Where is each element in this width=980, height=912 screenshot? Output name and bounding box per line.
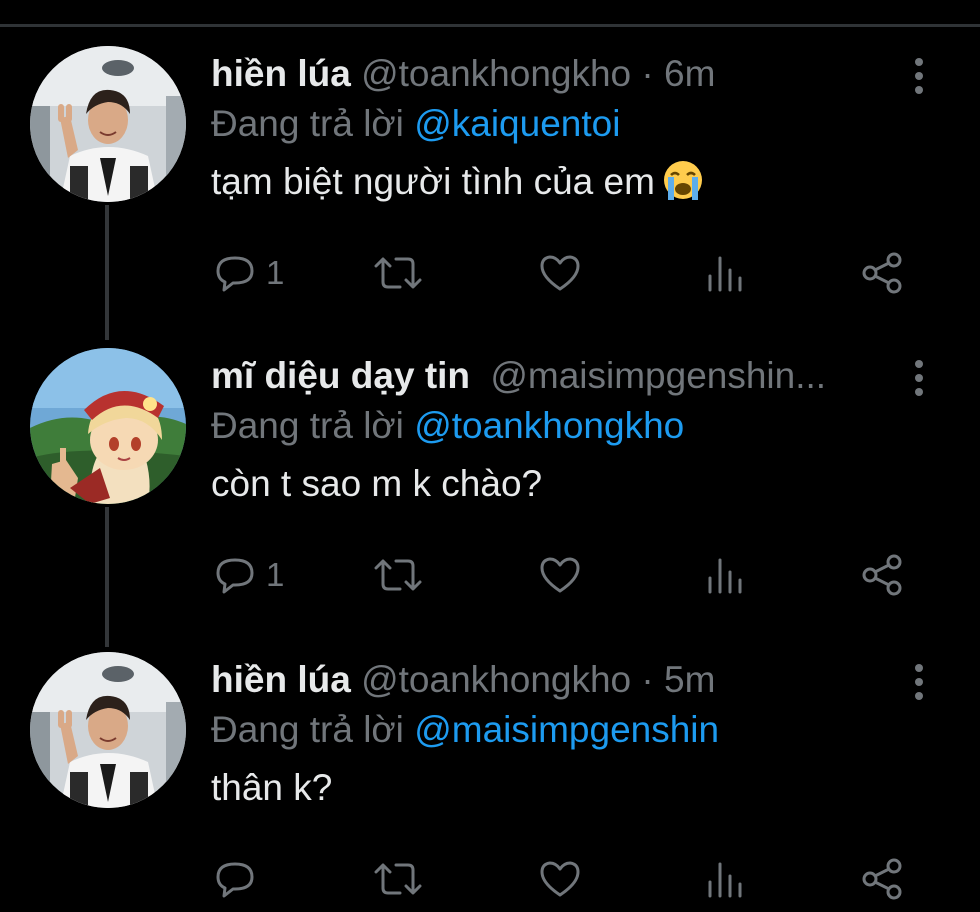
replying-to: Đang trả lời @kaiquentoi	[211, 98, 891, 150]
views-button[interactable]	[702, 851, 748, 907]
reply-count: 1	[266, 556, 285, 593]
tweet-header: mĩ diệu dạy tin @maisimpgenshin...	[211, 352, 891, 400]
retweet-icon	[370, 552, 426, 598]
retweet-button[interactable]	[370, 851, 426, 907]
timestamp[interactable]: 6m	[664, 53, 715, 94]
tweet-content: hiền lúa @toankhongkho · 5m Đang trả lời…	[211, 656, 891, 820]
like-icon	[537, 552, 583, 598]
retweet-icon	[370, 856, 426, 902]
action-bar	[212, 851, 922, 907]
share-icon	[860, 250, 906, 296]
share-button[interactable]	[860, 851, 906, 907]
retweet-button[interactable]	[370, 245, 426, 301]
replying-to: Đang trả lời @maisimpgenshin	[211, 704, 891, 756]
reply-count: 1	[266, 254, 285, 291]
tweet-text-content: thân k?	[211, 767, 333, 808]
display-name[interactable]: hiền lúa	[211, 53, 351, 94]
tweet[interactable]: hiền lúa @toankhongkho · 5m Đang trả lời…	[0, 606, 980, 906]
tweet[interactable]: hiền lúa @toankhongkho · 6m Đang trả lời…	[0, 0, 980, 300]
action-bar: 1	[212, 547, 922, 603]
display-name[interactable]: hiền lúa	[211, 659, 351, 700]
reply-icon	[212, 856, 258, 902]
reply-prefix: Đang trả lời	[211, 709, 404, 750]
like-button[interactable]	[537, 245, 583, 301]
user-handle[interactable]: @toankhongkho	[361, 53, 631, 94]
reply-button[interactable]	[212, 851, 266, 907]
replying-to: Đang trả lời @toankhongkho	[211, 400, 891, 452]
like-icon	[537, 856, 583, 902]
views-button[interactable]	[702, 245, 748, 301]
mention-link[interactable]: @toankhongkho	[414, 405, 684, 446]
views-icon	[702, 856, 748, 902]
views-button[interactable]	[702, 547, 748, 603]
user-handle[interactable]: @toankhongkho	[361, 659, 631, 700]
reply-button[interactable]: 1	[212, 547, 284, 603]
avatar[interactable]	[30, 46, 186, 202]
views-icon	[702, 552, 748, 598]
retweet-icon	[370, 250, 426, 296]
reply-prefix: Đang trả lời	[211, 103, 404, 144]
tweet-text: còn t sao m k chào?	[211, 452, 891, 516]
loudly-crying-face-icon	[661, 158, 705, 202]
reply-icon	[212, 552, 258, 598]
avatar[interactable]	[30, 348, 186, 504]
tweet-text: tạm biệt người tình của em	[211, 150, 891, 214]
retweet-button[interactable]	[370, 547, 426, 603]
separator-dot: ·	[641, 53, 654, 94]
tweet-text: thân k?	[211, 756, 891, 820]
avatar[interactable]	[30, 652, 186, 808]
share-button[interactable]	[860, 547, 906, 603]
display-name[interactable]: mĩ diệu dạy tin	[211, 355, 470, 396]
mention-link[interactable]: @maisimpgenshin	[414, 709, 719, 750]
reply-button[interactable]: 1	[212, 245, 284, 301]
share-icon	[860, 856, 906, 902]
views-icon	[702, 250, 748, 296]
more-options-icon[interactable]	[905, 662, 933, 702]
tweet-header: hiền lúa @toankhongkho · 5m	[211, 656, 891, 704]
separator-dot: ·	[641, 659, 654, 700]
more-options-icon[interactable]	[905, 358, 933, 398]
like-button[interactable]	[537, 547, 583, 603]
share-icon	[860, 552, 906, 598]
reply-prefix: Đang trả lời	[211, 405, 404, 446]
timestamp[interactable]: 5m	[664, 659, 715, 700]
tweet[interactable]: mĩ diệu dạy tin @maisimpgenshin... Đang …	[0, 302, 980, 602]
share-button[interactable]	[860, 245, 906, 301]
like-icon	[537, 250, 583, 296]
action-bar: 1	[212, 245, 922, 301]
tweet-content: mĩ diệu dạy tin @maisimpgenshin... Đang …	[211, 352, 891, 516]
tweet-text-content: tạm biệt người tình của em	[211, 161, 655, 202]
user-handle[interactable]: @maisimpgenshin...	[490, 355, 826, 396]
like-button[interactable]	[537, 851, 583, 907]
tweet-content: hiền lúa @toankhongkho · 6m Đang trả lời…	[211, 50, 891, 214]
tweet-header: hiền lúa @toankhongkho · 6m	[211, 50, 891, 98]
more-options-icon[interactable]	[905, 56, 933, 96]
mention-link[interactable]: @kaiquentoi	[414, 103, 620, 144]
tweet-text-content: còn t sao m k chào?	[211, 463, 543, 504]
reply-icon	[212, 250, 258, 296]
